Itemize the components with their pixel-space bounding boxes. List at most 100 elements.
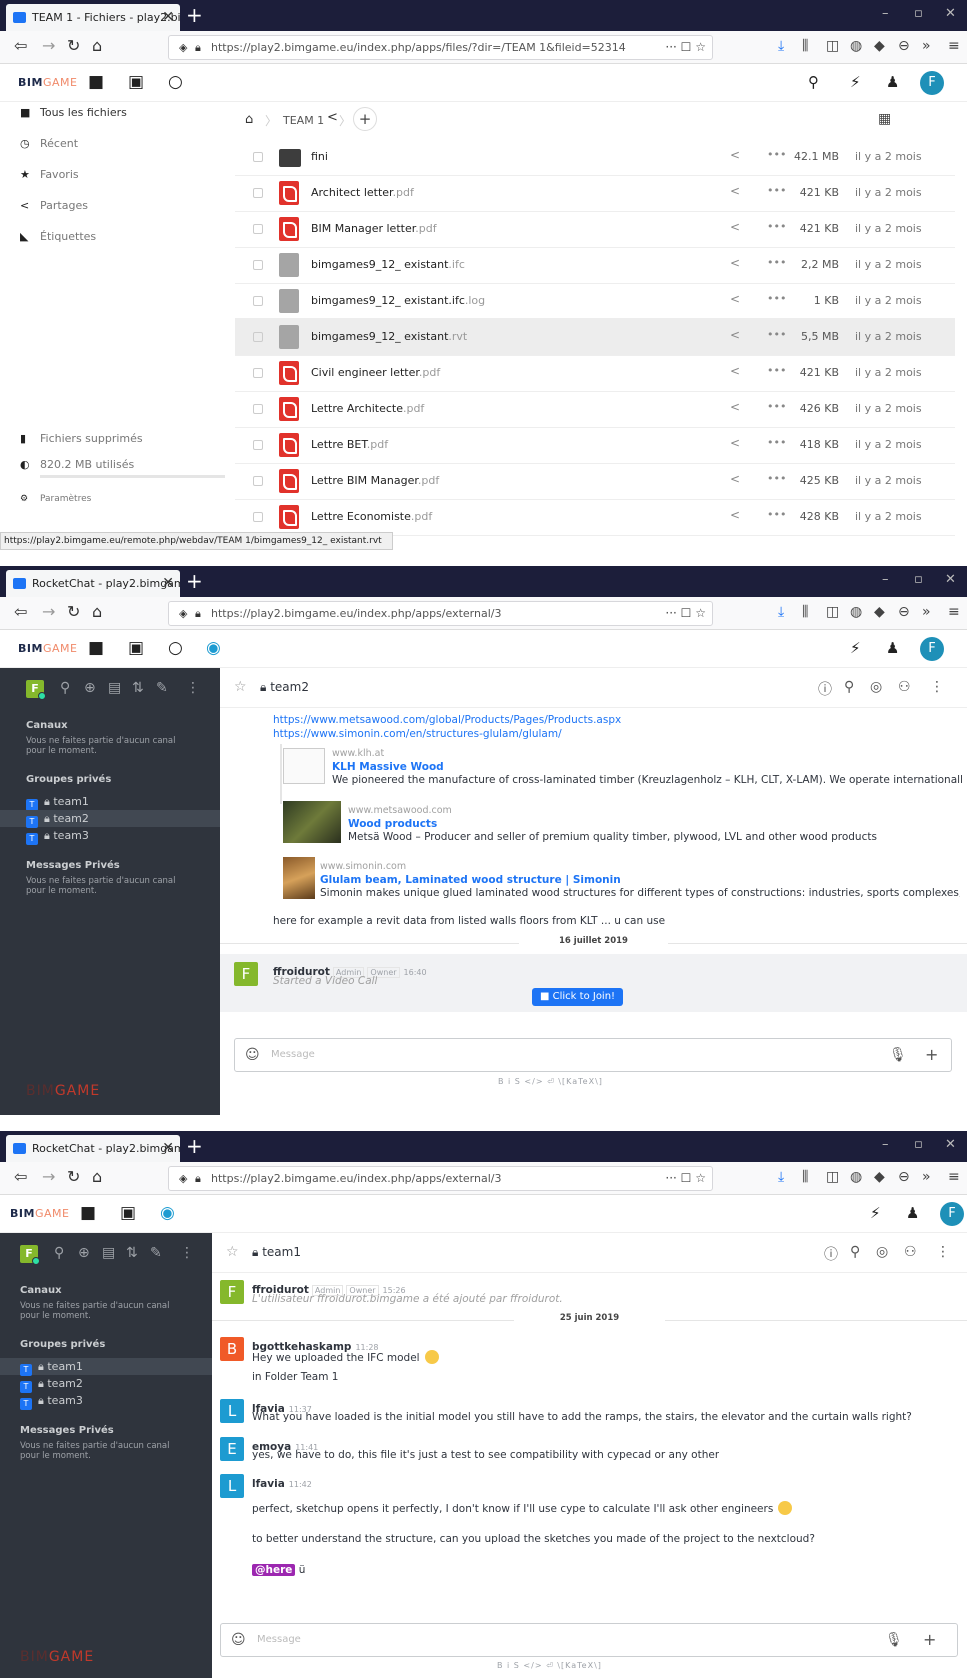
reload-icon[interactable]: ↻ xyxy=(67,36,80,55)
file-checkbox[interactable] xyxy=(253,296,263,306)
file-name[interactable]: bimgames9_12_ existant.ifc.log xyxy=(311,294,485,307)
window-close-icon[interactable]: ✕ xyxy=(945,6,956,21)
page-actions-icon[interactable]: ··· ☐ ☆ xyxy=(665,36,706,59)
share-icon[interactable]: < xyxy=(730,184,740,198)
file-row[interactable]: Lettre BET.pdf < ••• 418 KB il y a 2 mois xyxy=(235,426,955,464)
sidebar-icon[interactable]: ◫ xyxy=(826,38,839,54)
file-name[interactable]: bimgames9_12_ existant.rvt xyxy=(311,330,467,343)
back-icon[interactable]: ⇦ xyxy=(14,36,27,55)
microphone-icon[interactable]: 🎙︎ xyxy=(885,1632,903,1648)
quota-item[interactable]: ◐ 820.2 MB utilisés xyxy=(20,458,134,471)
sidebar-icon[interactable]: ◫ xyxy=(826,604,839,620)
file-row[interactable]: BIM Manager letter.pdf < ••• 421 KB il y a 2… xyxy=(235,210,955,248)
preview-title[interactable]: KLH Massive Wood xyxy=(332,761,444,773)
file-name[interactable]: Lettre BIM Manager.pdf xyxy=(311,474,439,487)
menu-icon[interactable]: ≡ xyxy=(948,604,960,620)
share-icon[interactable]: < xyxy=(730,436,740,450)
window-close-icon[interactable]: ✕ xyxy=(945,1137,956,1152)
file-name[interactable]: fini xyxy=(311,150,328,163)
file-row[interactable]: Lettre Economiste.pdf < ••• 428 KB il y a 2 … xyxy=(235,498,955,536)
sidebar-item-all-files[interactable]: ■ Tous les fichiers xyxy=(20,106,127,119)
message-avatar[interactable]: E xyxy=(220,1437,244,1461)
extension-icon-2[interactable]: ◆ xyxy=(874,604,885,620)
forward-icon[interactable]: → xyxy=(42,36,55,55)
forward-icon[interactable]: → xyxy=(42,1167,55,1186)
share-icon[interactable]: < xyxy=(730,256,740,270)
tab-close-icon[interactable]: ✕ xyxy=(162,4,174,31)
rocketchat-app-icon[interactable]: ◉ xyxy=(160,1203,175,1223)
new-tab-button[interactable]: + xyxy=(186,569,203,593)
preview-title[interactable]: Glulam beam, Laminated wood structure | … xyxy=(320,874,621,886)
download-icon[interactable]: ⤓ xyxy=(778,38,784,54)
bimgame-logo[interactable]: BIMGAME xyxy=(18,642,77,655)
add-user-icon[interactable]: ⚇ xyxy=(904,1244,917,1260)
home-icon[interactable]: ⌂ xyxy=(92,36,102,55)
discussion-icon[interactable]: ◎ xyxy=(870,679,882,695)
message-avatar[interactable]: L xyxy=(220,1399,244,1423)
add-user-icon[interactable]: ⚇ xyxy=(898,679,911,695)
files-app-icon[interactable]: ■ xyxy=(80,1203,96,1223)
directory-icon[interactable]: ⊕ xyxy=(78,1245,90,1261)
file-checkbox[interactable] xyxy=(253,368,263,378)
file-checkbox[interactable] xyxy=(253,188,263,198)
file-name[interactable]: BIM Manager letter.pdf xyxy=(311,222,437,235)
microphone-icon[interactable]: 🎙︎ xyxy=(889,1047,907,1063)
file-row[interactable]: Lettre Architecte.pdf < ••• 426 KB il y a 2 … xyxy=(235,390,955,428)
url-bar[interactable]: ◈ 🔒︎ https://play2.bimgame.eu/index.php/… xyxy=(168,601,713,626)
message-link[interactable]: https://www.simonin.com/en/structures-gl… xyxy=(273,728,562,740)
share-icon[interactable]: < xyxy=(730,292,740,306)
tab-close-icon[interactable]: ✕ xyxy=(162,1135,174,1162)
discussion-icon[interactable]: ◎ xyxy=(876,1244,888,1260)
share-icon[interactable]: < xyxy=(730,328,740,342)
file-row[interactable]: Architect letter.pdf < ••• 421 KB il y a 2 m… xyxy=(235,174,955,212)
formatting-toolbar[interactable]: B i S </> ⏎ \[KaTeX\] xyxy=(497,1661,602,1670)
tab-close-icon[interactable]: ✕ xyxy=(162,570,174,597)
overflow-icon[interactable]: » xyxy=(922,38,931,54)
sidebar-item-settings[interactable]: ⚙ Paramètres xyxy=(20,494,91,504)
back-icon[interactable]: ⇦ xyxy=(14,602,27,621)
room-item-team3[interactable]: T 🔒︎ team3 xyxy=(0,827,220,845)
file-checkbox[interactable] xyxy=(253,152,263,162)
bimgame-logo[interactable]: BIMGAME xyxy=(10,1207,69,1220)
library-icon[interactable]: ⫼ xyxy=(802,1169,808,1185)
forward-icon[interactable]: → xyxy=(42,602,55,621)
message-avatar[interactable]: F xyxy=(234,962,258,986)
share-icon[interactable]: < xyxy=(730,220,740,234)
notifications-icon[interactable]: ⚡ xyxy=(850,73,861,91)
account-icon[interactable]: ⊖ xyxy=(898,38,910,54)
file-checkbox[interactable] xyxy=(253,512,263,522)
room-item-team3[interactable]: T 🔒︎ team3 xyxy=(0,1392,212,1410)
home-icon[interactable]: ⌂ xyxy=(92,602,102,621)
view-mode-icon[interactable]: ▤ xyxy=(102,1245,115,1261)
room-item-team1[interactable]: T 🔒︎ team1 xyxy=(0,1358,212,1376)
directory-icon[interactable]: ⊕ xyxy=(84,680,96,696)
page-actions-icon[interactable]: ··· ☐ ☆ xyxy=(665,602,706,625)
message-avatar[interactable]: L xyxy=(220,1474,244,1498)
minimize-icon[interactable]: – xyxy=(882,6,889,21)
file-row[interactable]: bimgames9_12_ existant.ifc < ••• 2,2 MB il y… xyxy=(235,246,955,284)
maximize-icon[interactable]: ▫ xyxy=(914,6,923,21)
search-icon[interactable]: ⚲ xyxy=(54,1245,64,1261)
extension-icon[interactable]: ◍ xyxy=(850,1169,862,1185)
file-checkbox[interactable] xyxy=(253,404,263,414)
file-name[interactable]: Lettre Economiste.pdf xyxy=(311,510,432,523)
file-name[interactable]: Lettre BET.pdf xyxy=(311,438,388,451)
search-app-icon[interactable]: ○ xyxy=(168,72,183,92)
share-icon[interactable]: < xyxy=(730,508,740,522)
search-icon[interactable]: ⚲ xyxy=(60,680,70,696)
file-name[interactable]: Civil engineer letter.pdf xyxy=(311,366,440,379)
sidebar-icon[interactable]: ◫ xyxy=(826,1169,839,1185)
extension-icon[interactable]: ◍ xyxy=(850,38,862,54)
emoji-icon[interactable]: ☺ xyxy=(231,1632,246,1648)
formatting-toolbar[interactable]: B i S </> ⏎ \[KaTeX\] xyxy=(498,1077,603,1086)
file-row[interactable]: bimgames9_12_ existant.rvt < ••• 5,5 MB il y… xyxy=(235,318,955,356)
room-item-team2[interactable]: T 🔒︎ team2 xyxy=(0,810,220,828)
home-breadcrumb-icon[interactable]: ⌂ xyxy=(245,112,253,127)
favorite-star-icon[interactable]: ☆ xyxy=(226,1244,239,1260)
file-checkbox[interactable] xyxy=(253,224,263,234)
breadcrumb-share-icon[interactable]: < xyxy=(327,110,338,125)
menu-icon[interactable]: ≡ xyxy=(948,38,960,54)
download-icon[interactable]: ⤓ xyxy=(778,604,784,620)
maximize-icon[interactable]: ▫ xyxy=(914,572,923,587)
minimize-icon[interactable]: – xyxy=(882,572,889,587)
